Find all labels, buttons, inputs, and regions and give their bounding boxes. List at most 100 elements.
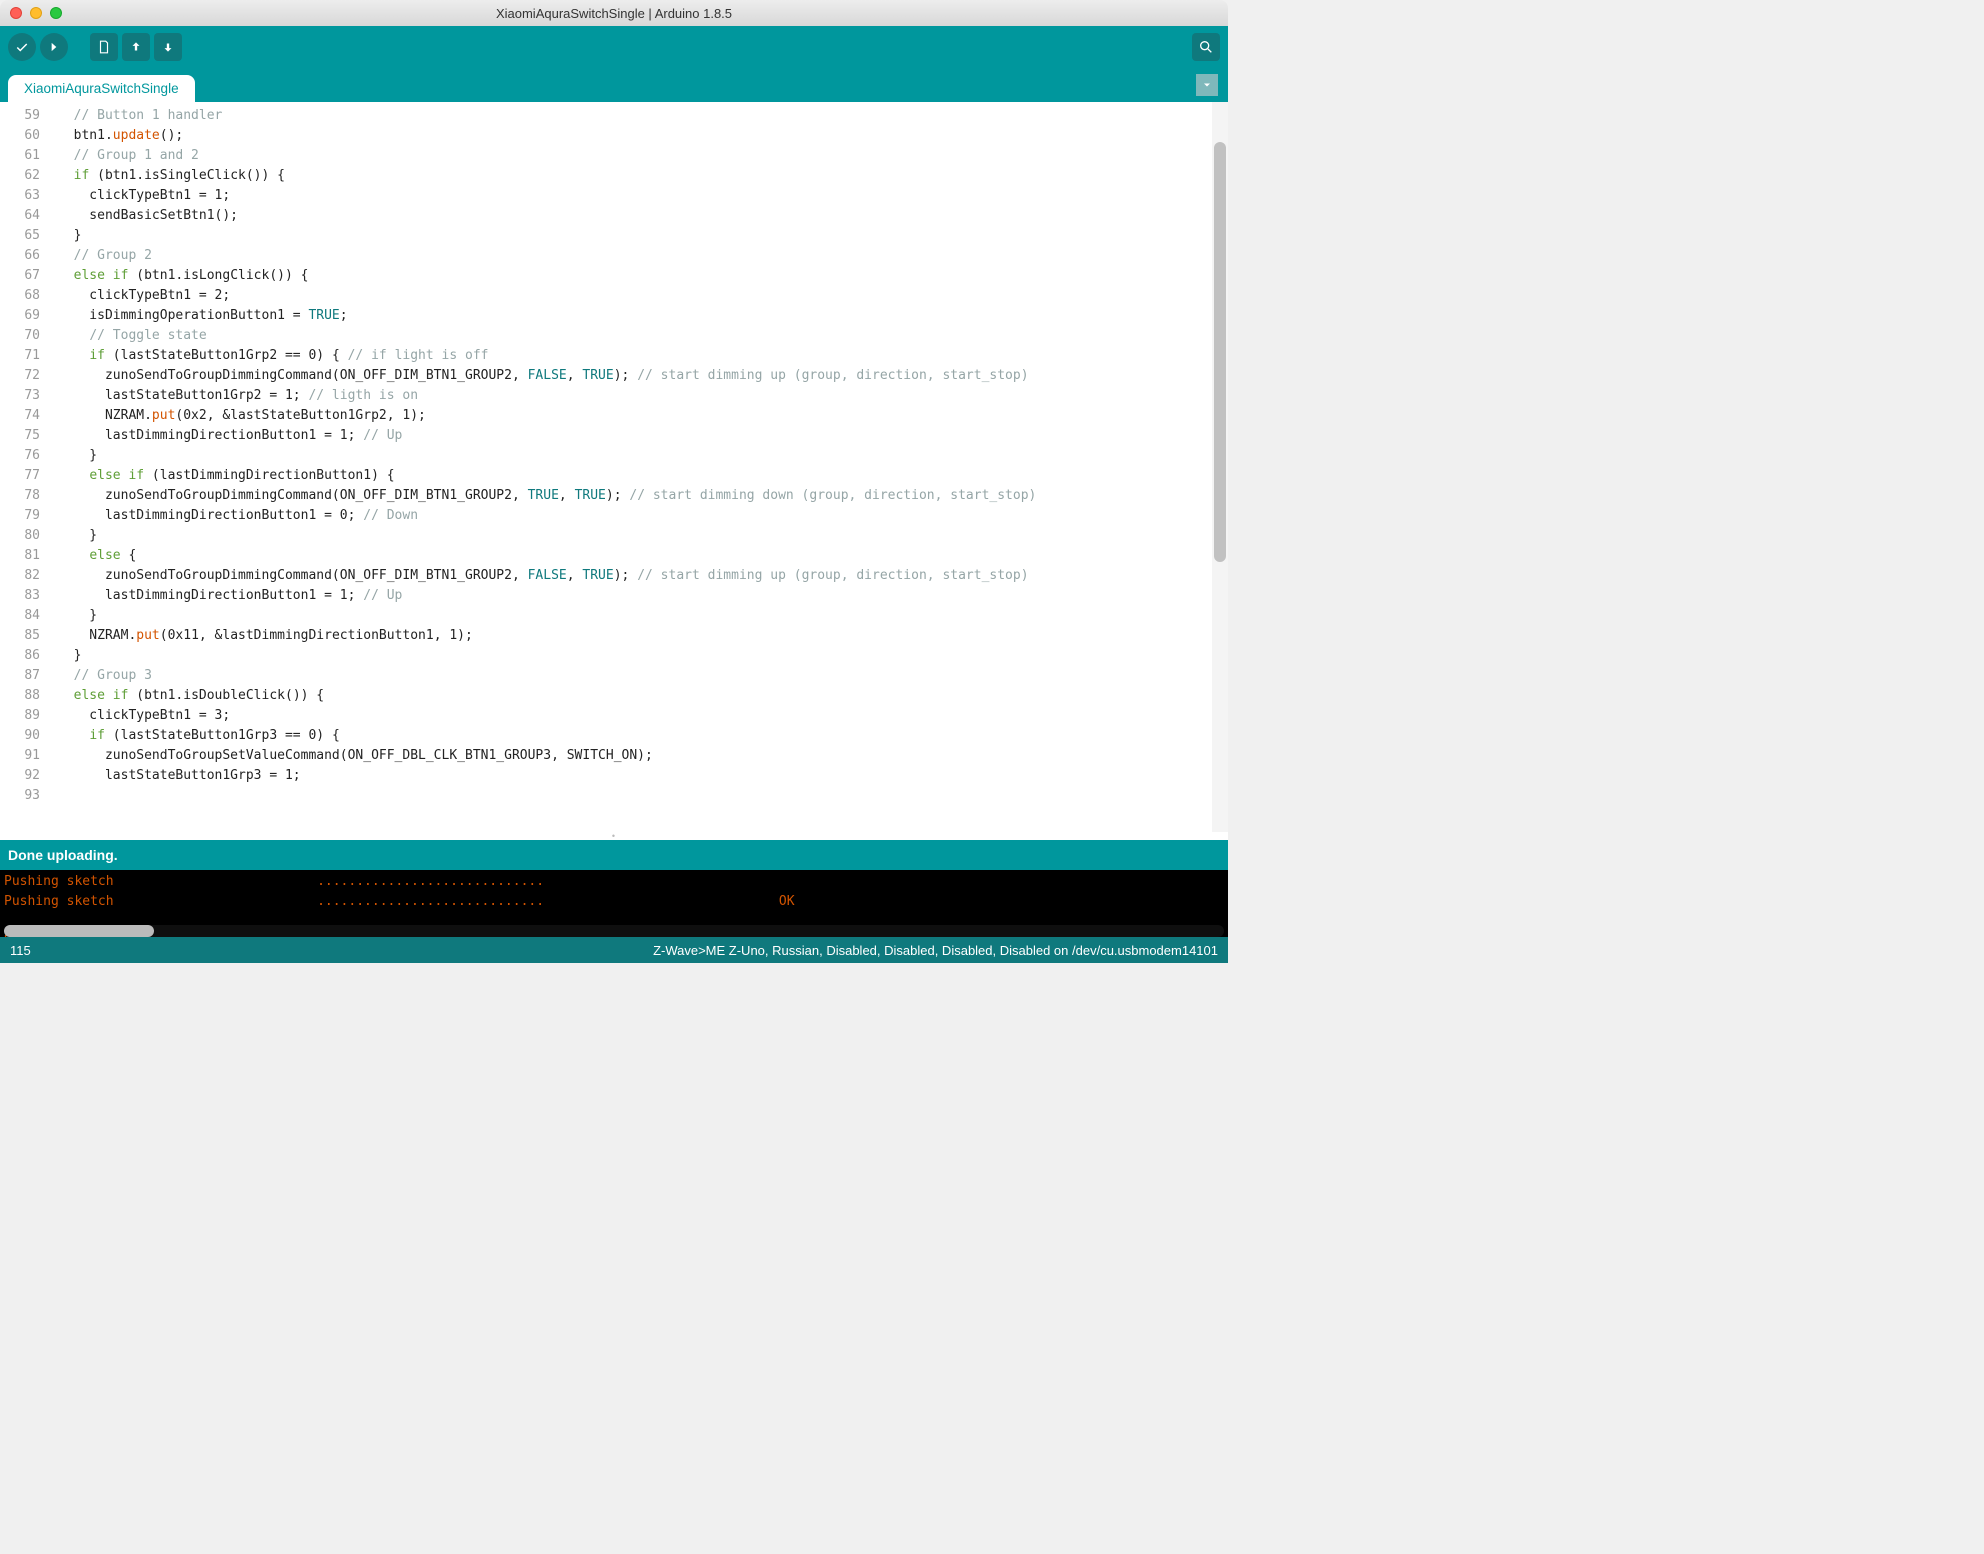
line-number: 68 — [0, 286, 40, 306]
editor: 5960616263646566676869707172737475767778… — [0, 102, 1228, 832]
line-number: 84 — [0, 606, 40, 626]
code-line: // Group 2 — [58, 246, 1212, 266]
arrow-down-icon — [161, 40, 175, 54]
upload-button[interactable] — [40, 33, 68, 61]
code-line: else if (btn1.isDoubleClick()) { — [58, 686, 1212, 706]
line-number: 75 — [0, 426, 40, 446]
console-line: Pushing sketch .........................… — [4, 872, 1224, 892]
vertical-scrollbar[interactable] — [1212, 102, 1228, 832]
line-number: 71 — [0, 346, 40, 366]
new-sketch-button[interactable] — [90, 33, 118, 61]
code-line: // Button 1 handler — [58, 106, 1212, 126]
line-number: 60 — [0, 126, 40, 146]
line-number: 74 — [0, 406, 40, 426]
bottom-bar: 115 Z-Wave>ME Z-Uno, Russian, Disabled, … — [0, 937, 1228, 963]
line-number: 80 — [0, 526, 40, 546]
line-number: 63 — [0, 186, 40, 206]
line-number-indicator: 115 — [10, 943, 31, 958]
code-line: zunoSendToGroupDimmingCommand(ON_OFF_DIM… — [58, 566, 1212, 586]
code-line: } — [58, 226, 1212, 246]
line-number: 86 — [0, 646, 40, 666]
line-number: 72 — [0, 366, 40, 386]
board-port-indicator: Z-Wave>ME Z-Uno, Russian, Disabled, Disa… — [653, 943, 1218, 958]
code-line: zunoSendToGroupSetValueCommand(ON_OFF_DB… — [58, 746, 1212, 766]
tab-menu-button[interactable] — [1196, 74, 1218, 96]
line-number-gutter: 5960616263646566676869707172737475767778… — [0, 102, 50, 832]
save-sketch-button[interactable] — [154, 33, 182, 61]
tabbar: XiaomiAquraSwitchSingle — [0, 68, 1228, 102]
code-line: clickTypeBtn1 = 2; — [58, 286, 1212, 306]
console-output[interactable]: Pushing sketch .........................… — [0, 870, 1228, 937]
code-line: // Group 3 — [58, 666, 1212, 686]
code-line: btn1.update(); — [58, 126, 1212, 146]
line-number: 79 — [0, 506, 40, 526]
code-line: lastStateButton1Grp2 = 1; // ligth is on — [58, 386, 1212, 406]
minimize-icon[interactable] — [30, 7, 42, 19]
code-line: lastDimmingDirectionButton1 = 1; // Up — [58, 586, 1212, 606]
line-number: 87 — [0, 666, 40, 686]
zoom-icon[interactable] — [50, 7, 62, 19]
code-line: // Toggle state — [58, 326, 1212, 346]
line-number: 73 — [0, 386, 40, 406]
code-line: else if (btn1.isLongClick()) { — [58, 266, 1212, 286]
verify-button[interactable] — [8, 33, 36, 61]
line-number: 83 — [0, 586, 40, 606]
code-line: lastStateButton1Grp3 = 1; — [58, 766, 1212, 786]
line-number: 67 — [0, 266, 40, 286]
line-number: 64 — [0, 206, 40, 226]
code-line: zunoSendToGroupDimmingCommand(ON_OFF_DIM… — [58, 486, 1212, 506]
line-number: 92 — [0, 766, 40, 786]
code-line: // Group 1 and 2 — [58, 146, 1212, 166]
horizontal-scrollbar[interactable] — [4, 925, 1224, 937]
code-line: NZRAM.put(0x11, &lastDimmingDirectionBut… — [58, 626, 1212, 646]
code-line: if (btn1.isSingleClick()) { — [58, 166, 1212, 186]
scrollbar-thumb[interactable] — [4, 925, 154, 937]
code-line: lastDimmingDirectionButton1 = 1; // Up — [58, 426, 1212, 446]
window-title: XiaomiAquraSwitchSingle | Arduino 1.8.5 — [0, 6, 1228, 21]
pane-drag-handle[interactable]: • — [0, 832, 1228, 840]
line-number: 59 — [0, 106, 40, 126]
line-number: 76 — [0, 446, 40, 466]
line-number: 93 — [0, 786, 40, 806]
line-number: 85 — [0, 626, 40, 646]
line-number: 66 — [0, 246, 40, 266]
code-line: clickTypeBtn1 = 1; — [58, 186, 1212, 206]
code-line: lastDimmingDirectionButton1 = 0; // Down — [58, 506, 1212, 526]
code-line: } — [58, 606, 1212, 626]
code-line: if (lastStateButton1Grp2 == 0) { // if l… — [58, 346, 1212, 366]
close-icon[interactable] — [10, 7, 22, 19]
code-line: if (lastStateButton1Grp3 == 0) { — [58, 726, 1212, 746]
line-number: 61 — [0, 146, 40, 166]
open-sketch-button[interactable] — [122, 33, 150, 61]
code-line: } — [58, 526, 1212, 546]
code-line: sendBasicSetBtn1(); — [58, 206, 1212, 226]
titlebar: XiaomiAquraSwitchSingle | Arduino 1.8.5 — [0, 0, 1228, 26]
line-number: 88 — [0, 686, 40, 706]
serial-monitor-button[interactable] — [1192, 33, 1220, 61]
line-number: 90 — [0, 726, 40, 746]
line-number: 91 — [0, 746, 40, 766]
code-line: zunoSendToGroupDimmingCommand(ON_OFF_DIM… — [58, 366, 1212, 386]
check-icon — [15, 40, 29, 54]
toolbar — [0, 26, 1228, 68]
line-number: 69 — [0, 306, 40, 326]
window-controls — [10, 7, 62, 19]
line-number: 62 — [0, 166, 40, 186]
line-number: 81 — [0, 546, 40, 566]
magnifier-icon — [1198, 39, 1214, 55]
line-number: 70 — [0, 326, 40, 346]
arrow-up-icon — [129, 40, 143, 54]
code-line: else if (lastDimmingDirectionButton1) { — [58, 466, 1212, 486]
chevron-down-icon — [1201, 79, 1213, 91]
line-number: 78 — [0, 486, 40, 506]
code-line: NZRAM.put(0x2, &lastStateButton1Grp2, 1)… — [58, 406, 1212, 426]
scrollbar-thumb[interactable] — [1214, 142, 1226, 562]
line-number: 77 — [0, 466, 40, 486]
tab-sketch[interactable]: XiaomiAquraSwitchSingle — [8, 75, 195, 102]
line-number: 65 — [0, 226, 40, 246]
line-number: 82 — [0, 566, 40, 586]
code-line: } — [58, 446, 1212, 466]
code-area[interactable]: // Button 1 handler btn1.update(); // Gr… — [50, 102, 1212, 832]
code-line: isDimmingOperationButton1 = TRUE; — [58, 306, 1212, 326]
code-line: clickTypeBtn1 = 3; — [58, 706, 1212, 726]
